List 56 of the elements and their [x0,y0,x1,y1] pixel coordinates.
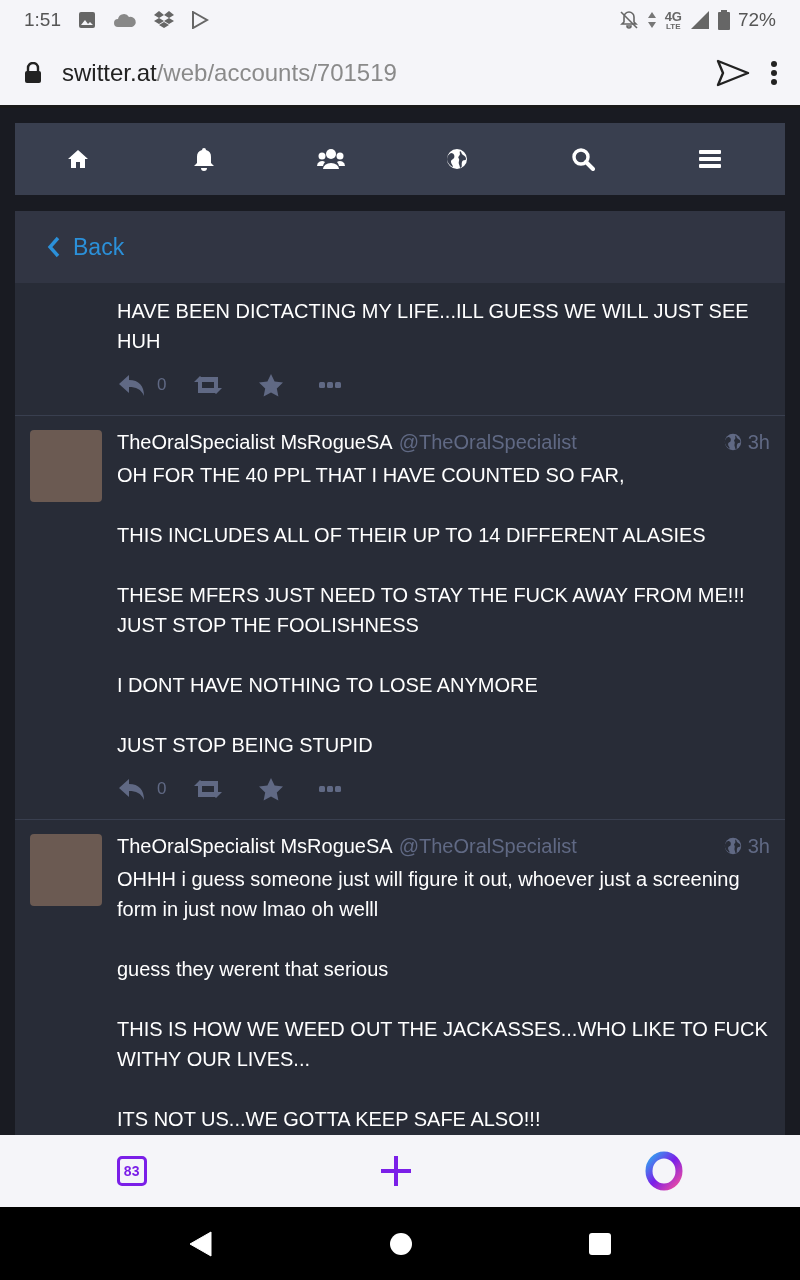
post-text: guess they werent that serious [117,957,390,982]
reply-icon[interactable] [117,373,147,397]
globe-icon [723,837,742,855]
back-nav-icon[interactable] [188,1230,213,1257]
home-icon[interactable] [67,149,90,169]
home-nav-icon[interactable] [390,1232,412,1255]
boost-icon[interactable] [192,778,225,800]
star-icon[interactable] [258,373,285,397]
post-time[interactable]: 3h [747,834,770,858]
plus-icon[interactable] [380,1155,412,1187]
play-icon [191,11,209,29]
battery-icon [717,10,730,30]
account-handle[interactable]: @TheOralSpecialist [398,430,718,454]
post-text: THIS INCLUDES ALL OF THEIR UP TO 14 DIFFERENT ALASIES [117,523,707,548]
ellipsis-icon[interactable] [318,785,343,793]
post-text: HAVE BEEN DICTACTING MY LIFE...ILL GUESS WE WILL JUST SEE HUH [117,299,750,354]
post-text: THIS IS HOW WE WEED OUT THE JACKASSES...WHO LIKE TO FUCK WITHY OUR LIVES... [117,1017,769,1072]
signal-icon [689,10,710,30]
star-icon[interactable] [258,777,285,801]
display-name[interactable]: TheOralSpecialist MsRogueSA [117,834,393,858]
ellipsis-icon[interactable] [318,381,343,389]
tabs-count-button[interactable]: 83 [116,1156,147,1186]
search-icon[interactable] [571,147,596,171]
bell-off-icon [618,10,639,30]
battery-percent: 72% [737,9,776,31]
more-menu-icon[interactable] [770,59,778,86]
browser-logo-icon[interactable] [645,1151,684,1191]
post-text: OHHH i guess someone just will figure it out, whoever just a screening form in just now lmao oh welll [117,867,741,922]
post-text: JUST STOP BEING STUPID [117,733,374,758]
menu-icon[interactable] [698,150,721,168]
back-button[interactable]: Back [47,233,125,261]
people-icon[interactable] [316,148,345,170]
display-name[interactable]: TheOralSpecialist MsRogueSA [117,430,393,454]
post-time[interactable]: 3h [747,430,770,454]
post-text: ITS NOT US...WE GOTTA KEEP SAFE ALSO!!! [117,1107,542,1132]
clock-text: 1:51 [24,9,61,31]
data-arrows-icon [646,10,657,30]
account-handle[interactable]: @TheOralSpecialist [398,834,718,858]
post-text: THESE MFERS JUST NEED TO STAY THE FUCK AWAY FROM ME!!! JUST STOP THE FOOLISHNESS [117,583,746,638]
network-type-text: 4G LTE [664,9,682,31]
image-icon [77,10,97,30]
recents-nav-icon[interactable] [589,1232,612,1255]
boost-icon[interactable] [192,374,225,396]
post-text: OH FOR THE 40 PPL THAT I HAVE COUNTED SO FAR, [117,463,626,488]
cloud-icon [113,12,137,28]
reply-count: 0 [157,779,167,799]
post-text: I DONT HAVE NOTHING TO LOSE ANYMORE [117,673,539,698]
lock-icon [24,61,42,84]
send-icon[interactable] [716,58,750,87]
globe-icon[interactable] [446,148,469,170]
globe-icon [723,433,742,451]
reply-icon[interactable] [117,777,147,801]
box-icon [153,10,175,30]
reply-count: 0 [157,375,167,395]
bell-icon[interactable] [193,147,216,171]
chevron-left-icon [47,236,61,258]
